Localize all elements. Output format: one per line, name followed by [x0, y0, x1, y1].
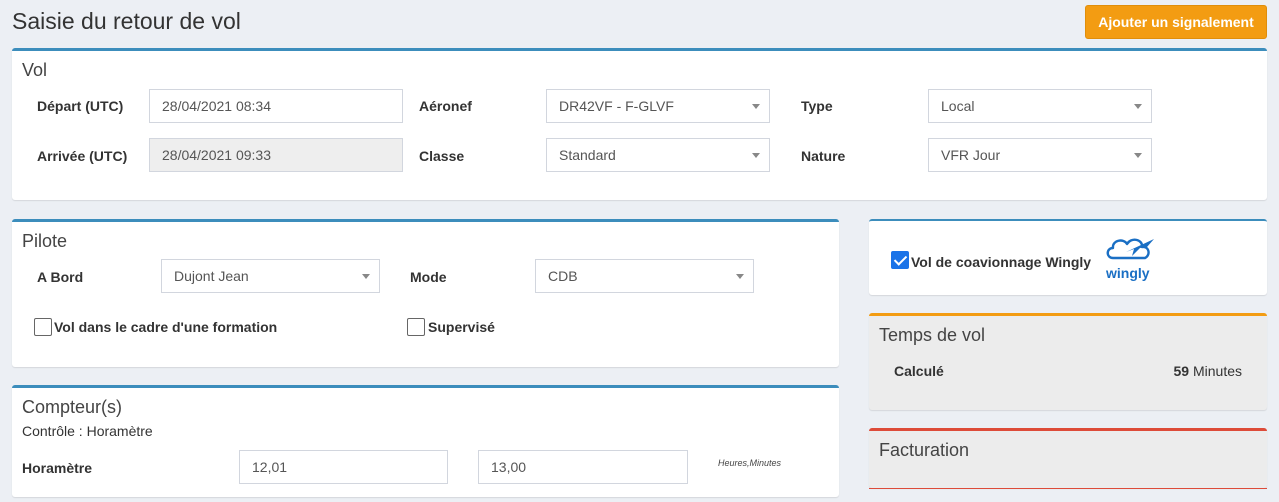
- chevron-down-icon: [736, 274, 744, 279]
- facturation-divider: [869, 488, 1267, 489]
- page-title: Saisie du retour de vol: [12, 8, 241, 34]
- chevron-down-icon: [752, 153, 760, 158]
- chevron-down-icon: [1134, 104, 1142, 109]
- add-report-button[interactable]: Ajouter un signalement: [1085, 5, 1267, 39]
- type-value: Local: [941, 98, 975, 114]
- aeronef-label: Aéronef: [419, 98, 472, 114]
- chevron-down-icon: [752, 104, 760, 109]
- wingly-logo-text: wingly: [1106, 265, 1150, 281]
- horametre-start-input[interactable]: 12,01: [239, 450, 448, 484]
- nature-label: Nature: [801, 148, 846, 164]
- wingly-label: Vol de coavionnage Wingly: [911, 254, 1092, 270]
- compteurs-title: Compteur(s): [22, 397, 123, 417]
- calcule-label: Calculé: [894, 363, 944, 379]
- arrivee-label: Arrivée (UTC): [37, 148, 128, 164]
- depart-input[interactable]: 28/04/2021 08:34: [149, 89, 403, 123]
- abord-value: Dujont Jean: [174, 268, 249, 284]
- type-select[interactable]: Local: [928, 89, 1152, 123]
- chevron-down-icon: [1134, 153, 1142, 158]
- temps-value-wrap: 59 Minutes: [1174, 363, 1243, 379]
- temps-unit: Minutes: [1192, 363, 1242, 379]
- vol-panel: Vol Départ (UTC) 28/04/2021 08:34 Arrivé…: [12, 48, 1267, 200]
- supervise-label: Supervisé: [428, 319, 495, 335]
- horametre-end-input[interactable]: 13,00: [478, 450, 688, 484]
- compteurs-panel: Compteur(s) Contrôle : Horamètre Horamèt…: [12, 385, 839, 497]
- facturation-title: Facturation: [879, 440, 970, 460]
- mode-select[interactable]: CDB: [535, 259, 754, 293]
- facturation-panel: Facturation: [869, 428, 1267, 488]
- abord-select[interactable]: Dujont Jean: [161, 259, 380, 293]
- wingly-logo: wingly: [1103, 235, 1159, 285]
- type-label: Type: [801, 98, 833, 114]
- mode-value: CDB: [548, 268, 578, 284]
- aeronef-select[interactable]: DR42VF - F-GLVF: [546, 89, 770, 123]
- nature-select[interactable]: VFR Jour: [928, 138, 1152, 172]
- aeronef-value: DR42VF - F-GLVF: [559, 98, 674, 114]
- pilote-title: Pilote: [22, 231, 68, 251]
- temps-title: Temps de vol: [879, 325, 986, 345]
- wingly-panel: Vol de coavionnage Wingly wingly: [869, 219, 1267, 295]
- horametre-label: Horamètre: [22, 460, 93, 476]
- chevron-down-icon: [362, 274, 370, 279]
- temps-panel: Temps de vol Calculé 59 Minutes: [869, 313, 1267, 410]
- formation-checkbox[interactable]: [34, 318, 52, 336]
- temps-value: 59: [1173, 363, 1190, 379]
- nature-value: VFR Jour: [941, 147, 1001, 163]
- classe-label: Classe: [419, 148, 465, 164]
- classe-select[interactable]: Standard: [546, 138, 770, 172]
- mode-label: Mode: [410, 269, 447, 285]
- abord-label: A Bord: [37, 269, 84, 285]
- controle-text: Contrôle : Horamètre: [22, 423, 153, 439]
- arrivee-input: 28/04/2021 09:33: [149, 138, 403, 172]
- wingly-checkbox[interactable]: [891, 251, 909, 269]
- wingly-plane-icon: [1106, 238, 1154, 260]
- horametre-unit: Heures,Minutes: [718, 458, 782, 468]
- formation-label: Vol dans le cadre d'une formation: [54, 319, 278, 335]
- classe-value: Standard: [559, 147, 616, 163]
- supervise-checkbox[interactable]: [407, 318, 425, 336]
- pilote-panel: Pilote A Bord Dujont Jean Mode CDB Vol d…: [12, 219, 839, 367]
- depart-label: Départ (UTC): [37, 98, 124, 114]
- vol-title: Vol: [22, 60, 48, 80]
